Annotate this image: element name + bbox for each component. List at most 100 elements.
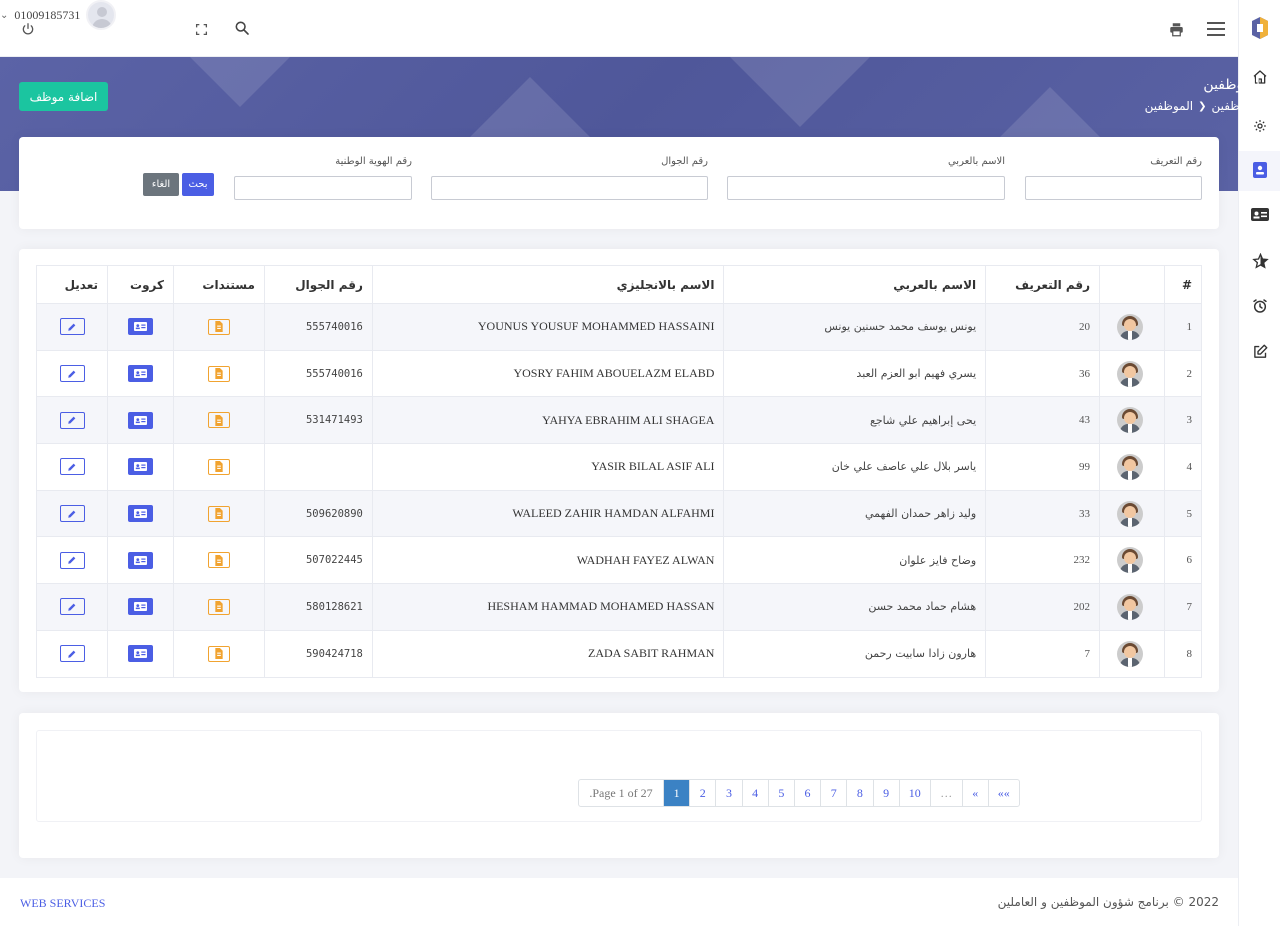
sidebar-item-requests[interactable] <box>1239 333 1280 373</box>
id-card-icon[interactable] <box>128 365 154 383</box>
page-4[interactable]: 4 <box>741 780 768 806</box>
col-arabic-name[interactable]: الاسم بالعربي <box>723 265 987 304</box>
page-1[interactable]: 1 <box>663 780 690 806</box>
row-edit-cell <box>35 303 109 351</box>
col-id[interactable]: رقم التعريف <box>985 265 1101 304</box>
id-label: رقم التعريف <box>1150 156 1202 167</box>
row-arabic-name: يسري فهيم ابو العزم العبد <box>723 349 987 398</box>
document-icon[interactable] <box>207 365 230 382</box>
row-documents-cell <box>173 536 265 585</box>
page-3[interactable]: 3 <box>715 780 741 806</box>
edit-pencil-icon[interactable] <box>59 411 85 429</box>
id-card-icon[interactable] <box>128 551 154 569</box>
filter-card: رقم التعريف الاسم بالعربي رقم الجوال رقم… <box>19 137 1219 229</box>
table-row[interactable]: 3 43 يحى إبراهيم علي شاجع YAHYA EBRAHIM … <box>35 396 1202 445</box>
id-card-icon[interactable] <box>128 318 154 336</box>
national-id-input[interactable] <box>234 176 412 200</box>
footer-web-services-link[interactable]: WEB SERVICES <box>20 896 105 911</box>
id-card-icon[interactable] <box>128 598 154 616</box>
table-row[interactable]: 8 7 هارون زادا سابيت رحمن ZADA SABIT RAH… <box>35 629 1202 678</box>
sidebar-item-settings[interactable] <box>1239 107 1280 147</box>
document-icon[interactable] <box>207 458 230 475</box>
page-10[interactable]: 10 <box>898 780 930 806</box>
id-card-icon[interactable] <box>128 458 154 476</box>
arabic-name-label: الاسم بالعربي <box>947 156 1005 167</box>
print-icon[interactable] <box>1166 19 1186 39</box>
row-id: 33 <box>985 489 1101 538</box>
sidebar-item-cards[interactable] <box>1239 196 1280 236</box>
mobile-input[interactable] <box>431 176 708 200</box>
row-num: 5 <box>1164 489 1202 538</box>
col-avatar <box>1099 265 1166 304</box>
row-mobile <box>263 443 373 491</box>
page-5[interactable]: 5 <box>767 780 794 806</box>
sidebar-item-ratings[interactable] <box>1239 242 1280 282</box>
row-mobile: 580128621 <box>263 583 373 631</box>
row-num: 7 <box>1164 583 1202 631</box>
table-row[interactable]: 4 99 ياسر بلال علي عاصف علي خان YASIR BI… <box>35 443 1202 491</box>
edit-pencil-icon[interactable] <box>59 365 85 383</box>
row-documents-cell <box>173 396 265 445</box>
edit-pencil-icon[interactable] <box>59 505 85 523</box>
menu-icon[interactable] <box>1205 19 1227 39</box>
pagination-wrapper: .Page 1 of 27 1 2 3 4 5 6 7 8 9 10 … « «… <box>36 730 1202 822</box>
power-icon[interactable] <box>18 19 38 39</box>
document-icon[interactable] <box>207 598 230 615</box>
document-icon[interactable] <box>207 645 230 662</box>
edit-pencil-icon[interactable] <box>59 318 85 336</box>
footer: WEB SERVICES 2022 © برنامج شؤون الموظفين… <box>0 878 1238 926</box>
row-id: 202 <box>985 583 1101 631</box>
id-card-icon[interactable] <box>128 505 154 523</box>
page-2[interactable]: 2 <box>689 780 715 806</box>
chevron-left-icon: ❮ <box>1198 100 1207 112</box>
row-num: 4 <box>1164 443 1202 491</box>
table-row[interactable]: 6 232 وضاح فايز علوان WADHAH FAYEZ ALWAN… <box>35 536 1202 585</box>
document-icon[interactable] <box>207 318 230 335</box>
expand-icon[interactable] <box>191 19 211 39</box>
col-mobile[interactable]: رقم الجوال <box>263 265 373 304</box>
breadcrumb-item[interactable]: الموظفين <box>1211 99 1260 113</box>
row-id: 99 <box>985 443 1101 491</box>
table-row[interactable]: 5 33 وليد زاهر حمدان الفهمي WALEED ZAHIR… <box>35 489 1202 538</box>
page-6[interactable]: 6 <box>793 780 820 806</box>
row-documents-cell <box>173 349 265 398</box>
sidebar-item-attendance[interactable] <box>1239 287 1280 327</box>
col-english-name[interactable]: الاسم بالانجليزي <box>371 265 725 304</box>
edit-pencil-icon[interactable] <box>59 551 85 569</box>
row-avatar-cell <box>1099 443 1166 491</box>
arabic-name-input[interactable] <box>727 176 1005 200</box>
row-english-name: ZADA SABIT RAHMAN <box>371 629 725 678</box>
user-menu[interactable]: ⌄ 01009185731 <box>0 0 1238 30</box>
table-row[interactable]: 1 20 يونس يوسف محمد حسنين يونس YOUNUS YO… <box>35 303 1202 351</box>
table-row[interactable]: 2 36 يسري فهيم ابو العزم العبد YOSRY FAH… <box>35 349 1202 398</box>
row-cards-cell <box>107 443 174 491</box>
edit-pencil-icon[interactable] <box>59 598 85 616</box>
id-card-icon[interactable] <box>128 645 154 663</box>
id-input[interactable] <box>1025 176 1202 200</box>
pagination: .Page 1 of 27 1 2 3 4 5 6 7 8 9 10 … « «… <box>578 779 1020 807</box>
document-icon[interactable] <box>207 412 230 429</box>
first-page-button[interactable]: «« <box>987 780 1019 806</box>
cancel-button[interactable]: الغاء <box>143 173 179 196</box>
document-icon[interactable] <box>207 505 230 522</box>
prev-page-button[interactable]: « <box>961 780 988 806</box>
edit-pencil-icon[interactable] <box>59 458 85 476</box>
row-num: 2 <box>1164 349 1202 398</box>
row-mobile: 509620890 <box>263 489 373 538</box>
page-8[interactable]: 8 <box>846 780 872 806</box>
row-id: 43 <box>985 396 1101 445</box>
document-icon[interactable] <box>207 552 230 569</box>
row-avatar-cell <box>1099 303 1166 351</box>
row-arabic-name: هارون زادا سابيت رحمن <box>723 629 987 678</box>
id-card-icon[interactable] <box>128 411 154 429</box>
page-7[interactable]: 7 <box>820 780 846 806</box>
add-employee-button[interactable]: اضافة موظف <box>19 82 108 111</box>
page-9[interactable]: 9 <box>872 780 899 806</box>
search-button[interactable]: بحث <box>182 173 214 196</box>
edit-pencil-icon[interactable] <box>59 645 85 663</box>
user-avatar <box>86 0 117 30</box>
table-row[interactable]: 7 202 هشام حماد محمد حسن HESHAM HAMMAD M… <box>35 583 1202 631</box>
row-mobile: 555740016 <box>263 303 373 351</box>
search-icon[interactable] <box>232 18 252 38</box>
sidebar-item-employees[interactable] <box>1239 151 1280 191</box>
